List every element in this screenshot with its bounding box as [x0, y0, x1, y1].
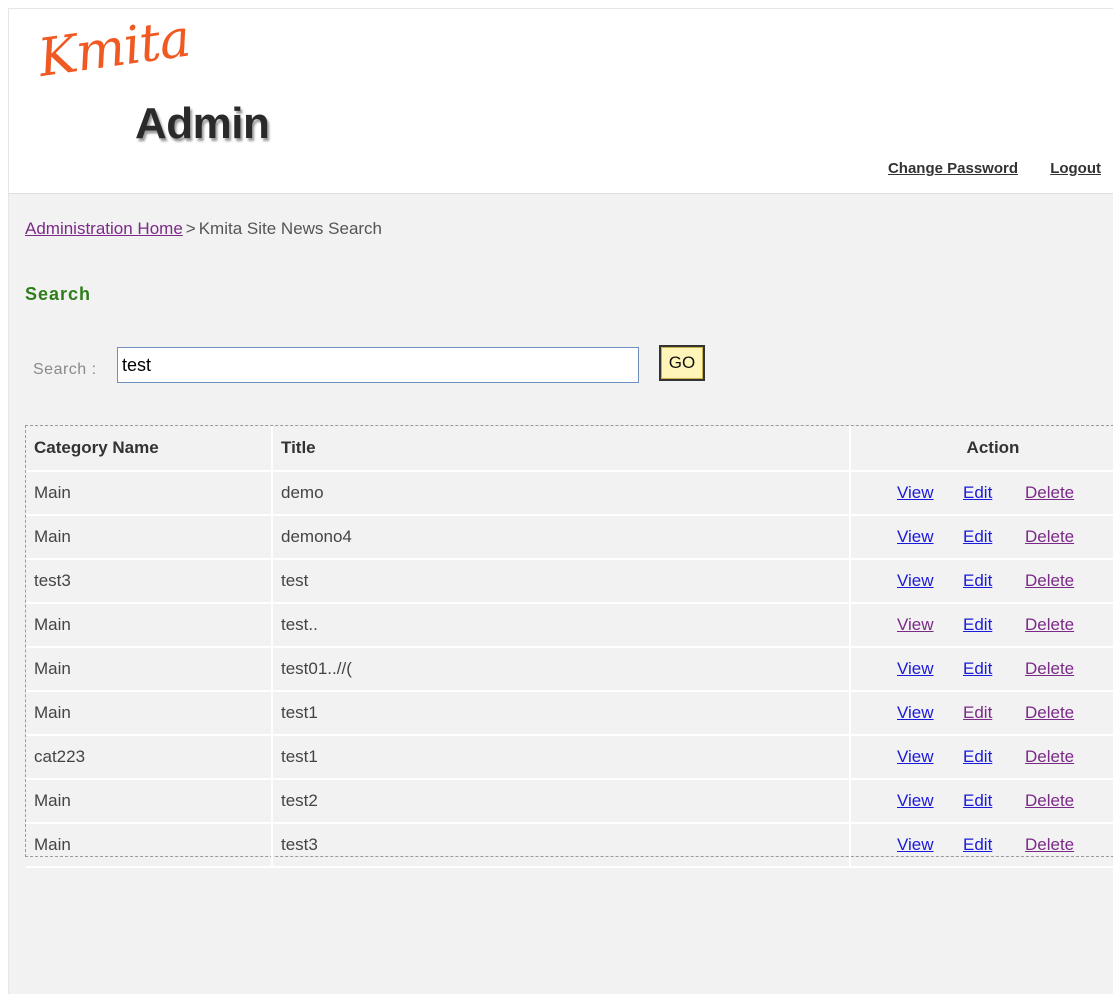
view-link[interactable]: View: [897, 527, 963, 547]
admin-page: Kmita Admin Change Password Logout Admin…: [8, 8, 1113, 994]
view-link[interactable]: View: [897, 703, 963, 723]
table-row: Main test1 View Edit Delete: [26, 691, 1113, 736]
edit-link[interactable]: Edit: [963, 703, 1025, 723]
delete-link[interactable]: Delete: [1025, 747, 1095, 767]
column-header-action: Action: [850, 426, 1113, 472]
delete-link[interactable]: Delete: [1025, 703, 1095, 723]
edit-link[interactable]: Edit: [963, 483, 1025, 503]
title-cell: test: [272, 559, 851, 604]
title-cell: test2: [272, 779, 851, 824]
view-link[interactable]: View: [897, 483, 963, 503]
view-link[interactable]: View: [897, 659, 963, 679]
category-cell: Main: [26, 779, 273, 824]
category-cell: Main: [26, 603, 273, 648]
edit-link[interactable]: Edit: [963, 615, 1025, 635]
title-cell: test..: [272, 603, 851, 648]
breadcrumb-separator: >: [185, 219, 196, 238]
title-cell: demo: [272, 471, 851, 516]
table-row: Main demo View Edit Delete: [26, 471, 1113, 516]
kmita-admin-logo: Kmita Admin: [33, 8, 333, 191]
table-row: cat223 test1 View Edit Delete: [26, 735, 1113, 780]
view-link[interactable]: View: [897, 791, 963, 811]
table-row: Main test.. View Edit Delete: [26, 603, 1113, 648]
results-body: Main demo View Edit Delete Main demono4 View Edi…: [26, 471, 1113, 868]
logo-admin-text: Admin: [135, 99, 270, 148]
view-link[interactable]: View: [897, 571, 963, 591]
action-cell: View Edit Delete: [850, 515, 1113, 560]
search-results: Category Name Title Action Main demo View E…: [25, 425, 1113, 868]
edit-link[interactable]: Edit: [963, 571, 1025, 591]
action-cell: View Edit Delete: [850, 603, 1113, 648]
category-cell: Main: [26, 823, 273, 868]
edit-link[interactable]: Edit: [963, 659, 1025, 679]
search-section-title: Search: [25, 284, 92, 304]
action-cell: View Edit Delete: [850, 559, 1113, 604]
category-cell: cat223: [26, 735, 273, 780]
category-cell: Main: [26, 515, 273, 560]
search-label: Search :: [33, 361, 97, 378]
column-header-category: Category Name: [26, 426, 273, 472]
go-button[interactable]: GO: [659, 345, 705, 381]
header-links: Change Password Logout: [860, 160, 1101, 177]
title-cell: test3: [272, 823, 851, 868]
action-cell: View Edit Delete: [850, 647, 1113, 692]
table-row: Main demono4 View Edit Delete: [26, 515, 1113, 560]
delete-link[interactable]: Delete: [1025, 615, 1095, 635]
table-row: test3 test View Edit Delete: [26, 559, 1113, 604]
breadcrumb-current: Kmita Site News Search: [198, 219, 383, 238]
table-row: Main test01..//(View Edit Delete: [26, 647, 1113, 692]
delete-link[interactable]: Delete: [1025, 527, 1095, 547]
search-input[interactable]: [117, 347, 639, 383]
view-link[interactable]: View: [897, 615, 963, 635]
view-link[interactable]: View: [897, 747, 963, 767]
edit-link[interactable]: Edit: [963, 791, 1025, 811]
table-header-row: Category Name Title Action: [26, 426, 1113, 472]
title-cell: test1: [272, 735, 851, 780]
logo-script-text: Kmita: [34, 8, 194, 89]
category-cell: Main: [26, 647, 273, 692]
view-link[interactable]: View: [897, 835, 963, 855]
table-row: Main test3 View Edit Delete: [26, 823, 1113, 868]
action-cell: View Edit Delete: [850, 735, 1113, 780]
logout-link[interactable]: Logout: [1050, 160, 1101, 177]
delete-link[interactable]: Delete: [1025, 835, 1095, 855]
action-cell: View Edit Delete: [850, 823, 1113, 868]
edit-link[interactable]: Edit: [963, 835, 1025, 855]
delete-link[interactable]: Delete: [1025, 571, 1095, 591]
table-row: Main test2 View Edit Delete: [26, 779, 1113, 824]
breadcrumb: Administration Home > Kmita Site News Sear…: [25, 219, 382, 239]
action-cell: View Edit Delete: [850, 471, 1113, 516]
delete-link[interactable]: Delete: [1025, 659, 1095, 679]
edit-link[interactable]: Edit: [963, 527, 1025, 547]
edit-link[interactable]: Edit: [963, 747, 1025, 767]
action-cell: View Edit Delete: [850, 691, 1113, 736]
category-cell: Main: [26, 691, 273, 736]
results-table: Category Name Title Action Main demo View E…: [26, 426, 1113, 868]
breadcrumb-home-link[interactable]: Administration Home: [25, 219, 183, 238]
page-header: Kmita Admin Change Password Logout: [9, 8, 1113, 194]
category-cell: test3: [26, 559, 273, 604]
title-cell: test1: [272, 691, 851, 736]
title-cell: demono4: [272, 515, 851, 560]
delete-link[interactable]: Delete: [1025, 791, 1095, 811]
action-cell: View Edit Delete: [850, 779, 1113, 824]
column-header-title: Title: [272, 426, 851, 472]
title-cell: test01..//(: [272, 647, 851, 692]
category-cell: Main: [26, 471, 273, 516]
change-password-link[interactable]: Change Password: [888, 160, 1018, 177]
delete-link[interactable]: Delete: [1025, 483, 1095, 503]
